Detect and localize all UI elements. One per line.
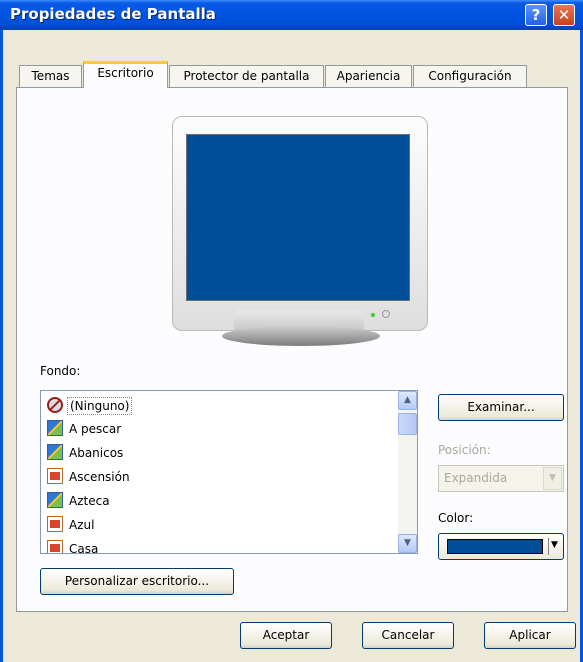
tab-apariencia[interactable]: Apariencia bbox=[325, 65, 412, 87]
list-item-label: (Ninguno) bbox=[67, 397, 133, 415]
none-icon bbox=[47, 397, 63, 413]
scroll-thumb[interactable] bbox=[398, 413, 417, 435]
power-button-icon bbox=[382, 310, 390, 318]
window-title: Propiedades de Pantalla bbox=[10, 5, 216, 23]
position-value: Expandida bbox=[444, 471, 508, 485]
document-picture-icon bbox=[47, 540, 63, 553]
picture-icon bbox=[47, 492, 63, 508]
customize-desktop-button[interactable]: Personalizar escritorio... bbox=[40, 568, 234, 595]
monitor-screen bbox=[186, 134, 410, 301]
list-item-label: A pescar bbox=[69, 422, 122, 436]
color-picker-button[interactable]: ▼ bbox=[438, 533, 564, 560]
scroll-down-icon[interactable]: ▼ bbox=[398, 534, 417, 553]
list-item-label: Azul bbox=[69, 518, 95, 532]
list-item[interactable]: Abanicos bbox=[47, 443, 125, 463]
tab-temas[interactable]: Temas bbox=[19, 65, 82, 87]
tab-configuracion[interactable]: Configuración bbox=[413, 65, 527, 87]
apply-button[interactable]: Aplicar bbox=[484, 622, 576, 649]
list-item-label: Ascensión bbox=[69, 470, 130, 484]
chevron-down-icon: ▼ bbox=[551, 540, 558, 550]
browse-button[interactable]: Examinar... bbox=[438, 394, 564, 421]
background-list[interactable]: (Ninguno) A pescar Abanicos Ascensión Az… bbox=[40, 390, 418, 554]
chevron-down-icon[interactable]: ▼ bbox=[543, 467, 562, 490]
list-item[interactable]: A pescar bbox=[47, 419, 123, 439]
picture-icon bbox=[47, 444, 63, 460]
list-item[interactable]: Ascensión bbox=[47, 467, 132, 487]
scroll-up-icon[interactable]: ▲ bbox=[398, 391, 417, 410]
divider bbox=[548, 538, 549, 555]
list-item[interactable]: Casa bbox=[47, 539, 100, 554]
close-icon[interactable]: ✕ bbox=[553, 4, 575, 26]
tab-protector-de-pantalla[interactable]: Protector de pantalla bbox=[169, 65, 324, 87]
document-picture-icon bbox=[47, 468, 63, 484]
window-border-left bbox=[0, 30, 3, 662]
ok-button[interactable]: Aceptar bbox=[240, 622, 332, 649]
list-scrollbar[interactable]: ▲ ▼ bbox=[398, 391, 417, 553]
tab-escritorio[interactable]: Escritorio bbox=[83, 61, 168, 88]
document-picture-icon bbox=[47, 516, 63, 532]
list-item[interactable]: Azul bbox=[47, 515, 96, 535]
color-swatch bbox=[447, 539, 543, 554]
list-item[interactable]: (Ninguno) bbox=[47, 396, 133, 416]
help-icon[interactable]: ? bbox=[525, 4, 547, 26]
power-led-icon bbox=[371, 313, 375, 317]
color-label: Color: bbox=[438, 511, 474, 525]
picture-icon bbox=[47, 420, 63, 436]
list-item-label: Azteca bbox=[69, 494, 110, 508]
title-bar[interactable]: Propiedades de Pantalla ? ✕ bbox=[0, 0, 583, 30]
background-label: Fondo: bbox=[40, 364, 81, 378]
cancel-button[interactable]: Cancelar bbox=[362, 622, 454, 649]
list-item[interactable]: Azteca bbox=[47, 491, 112, 511]
list-item-label: Casa bbox=[69, 542, 99, 554]
position-label: Posición: bbox=[438, 443, 491, 457]
display-properties-window: Propiedades de Pantalla ? ✕ Temas Escrit… bbox=[0, 0, 583, 662]
position-select[interactable]: Expandida ▼ bbox=[438, 465, 564, 492]
list-item-label: Abanicos bbox=[69, 446, 124, 460]
